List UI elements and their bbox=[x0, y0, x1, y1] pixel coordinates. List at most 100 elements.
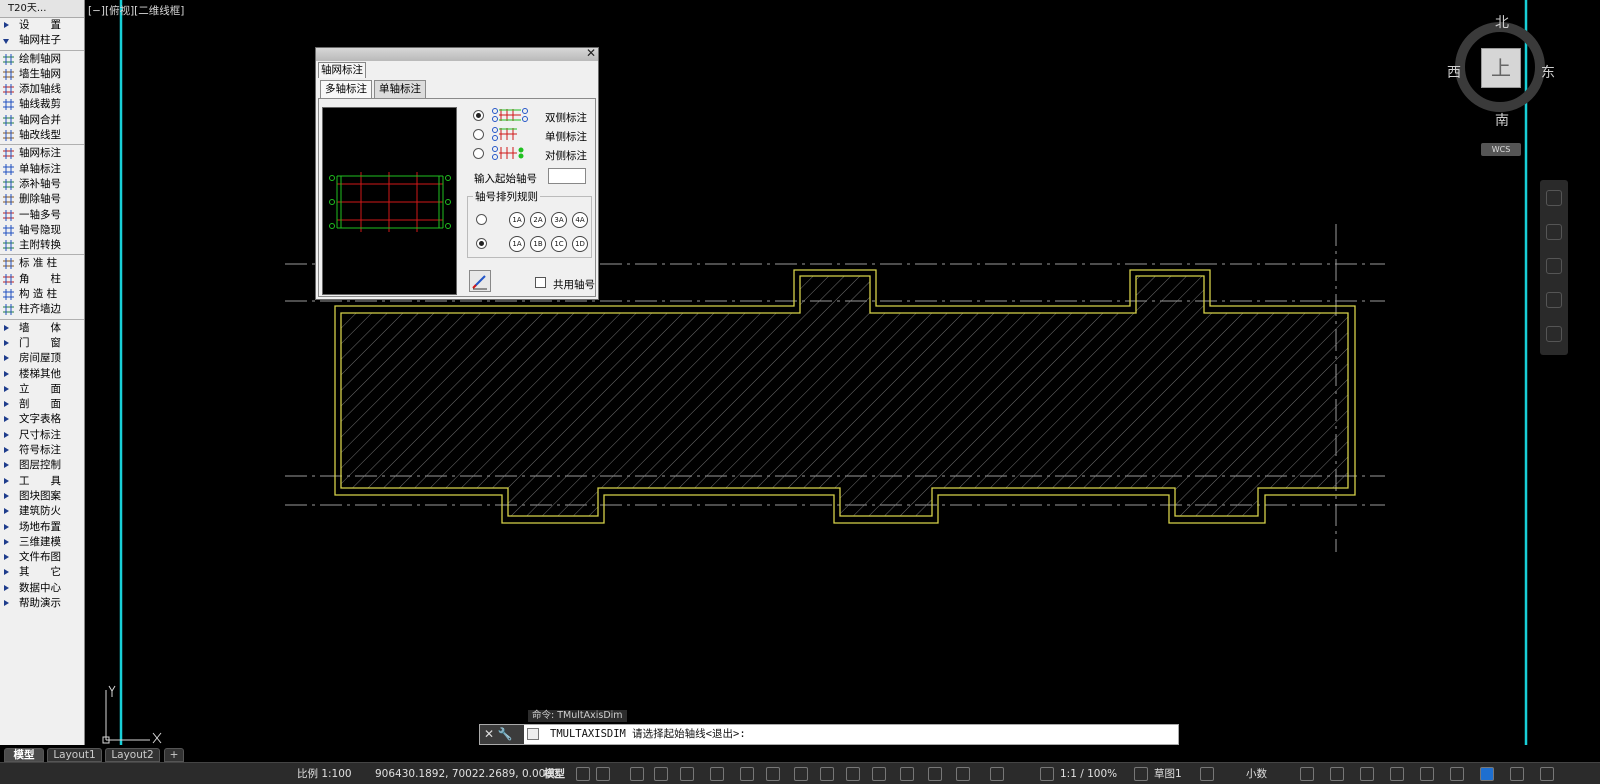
orbit-icon[interactable] bbox=[1546, 292, 1562, 308]
tab-model[interactable]: 模型 bbox=[4, 748, 44, 762]
snap-icon[interactable] bbox=[596, 767, 610, 781]
lock-ui-icon[interactable] bbox=[1330, 767, 1344, 781]
radio-rule-numeric[interactable] bbox=[476, 214, 487, 225]
command-input[interactable]: TMULTAXISDIM 请选择起始轴线<退出>: bbox=[550, 725, 746, 744]
sidebar-item[interactable]: 场地布置 bbox=[0, 520, 84, 535]
auto-scale-icon[interactable] bbox=[990, 767, 1004, 781]
fullscreen-icon[interactable] bbox=[1510, 767, 1524, 781]
gizmo-icon[interactable] bbox=[928, 767, 942, 781]
sidebar-item[interactable]: 柱齐墙边 bbox=[0, 302, 84, 317]
annotation-scale-icon[interactable] bbox=[1040, 767, 1054, 781]
viewport-controls-label[interactable]: [−][俯视][二维线框] bbox=[88, 3, 184, 18]
dialog-titlebar[interactable]: ✕ bbox=[316, 46, 598, 61]
sidebar-item[interactable]: 角 柱 bbox=[0, 272, 84, 287]
model-space-toggle[interactable]: 模型 bbox=[544, 763, 565, 784]
annotation-monitor-icon[interactable] bbox=[1200, 767, 1214, 781]
sidebar-item[interactable]: 设 置 bbox=[0, 18, 84, 33]
graphics-performance-icon[interactable] bbox=[1390, 767, 1404, 781]
customization-icon[interactable] bbox=[1450, 767, 1464, 781]
sidebar-item[interactable]: 图层控制 bbox=[0, 458, 84, 473]
quick-properties-icon[interactable] bbox=[1300, 767, 1314, 781]
sidebar-item[interactable]: 轴网标注 bbox=[0, 146, 84, 161]
sidebar-item[interactable]: 三维建模 bbox=[0, 535, 84, 550]
radio-double-side[interactable] bbox=[473, 110, 484, 121]
object-snap-icon[interactable] bbox=[740, 767, 754, 781]
sidebar-item[interactable]: 其 它 bbox=[0, 565, 84, 580]
compass-north[interactable]: 北 bbox=[1495, 12, 1509, 32]
sidebar-item[interactable]: 轴网柱子 bbox=[0, 33, 84, 48]
annotation-visibility-icon[interactable] bbox=[956, 767, 970, 781]
sidebar-item[interactable]: 标 准 柱 bbox=[0, 256, 84, 271]
object-snap-tracking-icon[interactable] bbox=[710, 767, 724, 781]
grid-icon[interactable] bbox=[576, 767, 590, 781]
compass-south[interactable]: 南 bbox=[1495, 110, 1509, 130]
sidebar-item[interactable]: 墙生轴网 bbox=[0, 67, 84, 82]
clean-screen-icon[interactable] bbox=[1420, 767, 1434, 781]
tab-layout1[interactable]: Layout1 bbox=[47, 748, 102, 762]
sidebar-item[interactable]: 轴线裁剪 bbox=[0, 97, 84, 112]
sidebar-item[interactable]: 门 窗 bbox=[0, 336, 84, 351]
sidebar-item[interactable]: 绘制轴网 bbox=[0, 52, 84, 67]
coordinates-readout[interactable]: 906430.1892, 70022.2689, 0.0000 bbox=[375, 763, 559, 784]
sidebar-item[interactable]: 轴号隐现 bbox=[0, 223, 84, 238]
shared-axis-checkbox[interactable] bbox=[535, 277, 546, 288]
sidebar-item[interactable]: 工 具 bbox=[0, 474, 84, 489]
sidebar-item[interactable]: 轴网合并 bbox=[0, 113, 84, 128]
sidebar-item[interactable]: 删除轴号 bbox=[0, 192, 84, 207]
sidebar-item[interactable]: 楼梯其他 bbox=[0, 367, 84, 382]
sidebar-item[interactable]: 主附转换 bbox=[0, 238, 84, 253]
command-line-tools[interactable]: ✕ 🔧 bbox=[480, 725, 524, 744]
sidebar-item[interactable]: 一轴多号 bbox=[0, 208, 84, 223]
drawing-viewport[interactable]: [−][俯视][二维线框] bbox=[86, 0, 1600, 745]
palette-title[interactable]: T20天... bbox=[0, 0, 84, 18]
polar-icon[interactable] bbox=[654, 767, 668, 781]
radio-opposite-side[interactable] bbox=[473, 148, 484, 159]
steering-wheel-icon[interactable] bbox=[1546, 190, 1562, 206]
sidebar-item[interactable]: 符号标注 bbox=[0, 443, 84, 458]
command-prompt-icon[interactable] bbox=[527, 728, 539, 740]
viewcube[interactable]: 上 北 南 东 西 WCS bbox=[1447, 8, 1557, 158]
sidebar-item[interactable]: 建筑防火 bbox=[0, 504, 84, 519]
command-line[interactable]: ✕ 🔧 TMULTAXISDIM 请选择起始轴线<退出>: bbox=[479, 724, 1179, 745]
lineweight-icon[interactable] bbox=[766, 767, 780, 781]
isodraft-icon[interactable] bbox=[680, 767, 694, 781]
sidebar-item[interactable]: 尺寸标注 bbox=[0, 428, 84, 443]
sidebar-item[interactable]: 构 造 柱 bbox=[0, 287, 84, 302]
sidebar-item[interactable]: 帮助演示 bbox=[0, 596, 84, 611]
sidebar-item[interactable]: 轴改线型 bbox=[0, 128, 84, 143]
workspace-selector[interactable]: 草图1 bbox=[1154, 763, 1182, 784]
isolate-objects-icon[interactable] bbox=[1360, 767, 1374, 781]
sidebar-item[interactable]: 数据中心 bbox=[0, 581, 84, 596]
workspace-gear-icon[interactable] bbox=[1134, 767, 1148, 781]
drawing-canvas[interactable] bbox=[86, 0, 1600, 745]
selection-cycling-icon[interactable] bbox=[820, 767, 834, 781]
sidebar-item[interactable]: 图块图案 bbox=[0, 489, 84, 504]
sidebar-item[interactable]: 剖 面 bbox=[0, 397, 84, 412]
sidebar-item[interactable]: 墙 体 bbox=[0, 321, 84, 336]
tab-layout2[interactable]: Layout2 bbox=[105, 748, 160, 762]
transparency-icon[interactable] bbox=[794, 767, 808, 781]
close-icon[interactable]: ✕ bbox=[586, 46, 596, 60]
start-axis-input[interactable] bbox=[548, 168, 586, 184]
sidebar-item[interactable]: 单轴标注 bbox=[0, 162, 84, 177]
annotation-scale-selector[interactable]: 1:1 / 100% bbox=[1060, 763, 1117, 784]
radio-single-side[interactable] bbox=[473, 129, 484, 140]
add-layout-button[interactable]: + bbox=[164, 748, 184, 762]
radio-rule-alpha[interactable] bbox=[476, 238, 487, 249]
hardware-acceleration-icon[interactable] bbox=[1480, 767, 1494, 781]
3d-osnap-icon[interactable] bbox=[846, 767, 860, 781]
showmotion-icon[interactable] bbox=[1546, 326, 1562, 342]
dynamic-ucs-icon[interactable] bbox=[872, 767, 886, 781]
pick-axis-button[interactable] bbox=[469, 270, 491, 292]
sidebar-item[interactable]: 立 面 bbox=[0, 382, 84, 397]
tab-single-axis[interactable]: 单轴标注 bbox=[374, 80, 426, 98]
menu-icon[interactable] bbox=[1540, 767, 1554, 781]
sidebar-item[interactable]: 文字表格 bbox=[0, 412, 84, 427]
ortho-icon[interactable] bbox=[630, 767, 644, 781]
compass-west[interactable]: 西 bbox=[1447, 62, 1461, 82]
sidebar-item[interactable]: 房间屋顶 bbox=[0, 351, 84, 366]
sidebar-item[interactable]: 添加轴线 bbox=[0, 82, 84, 97]
compass-east[interactable]: 东 bbox=[1541, 62, 1555, 82]
tab-multi-axis[interactable]: 多轴标注 bbox=[320, 80, 372, 99]
scale-selector[interactable]: 比例 1:100 bbox=[297, 763, 352, 784]
